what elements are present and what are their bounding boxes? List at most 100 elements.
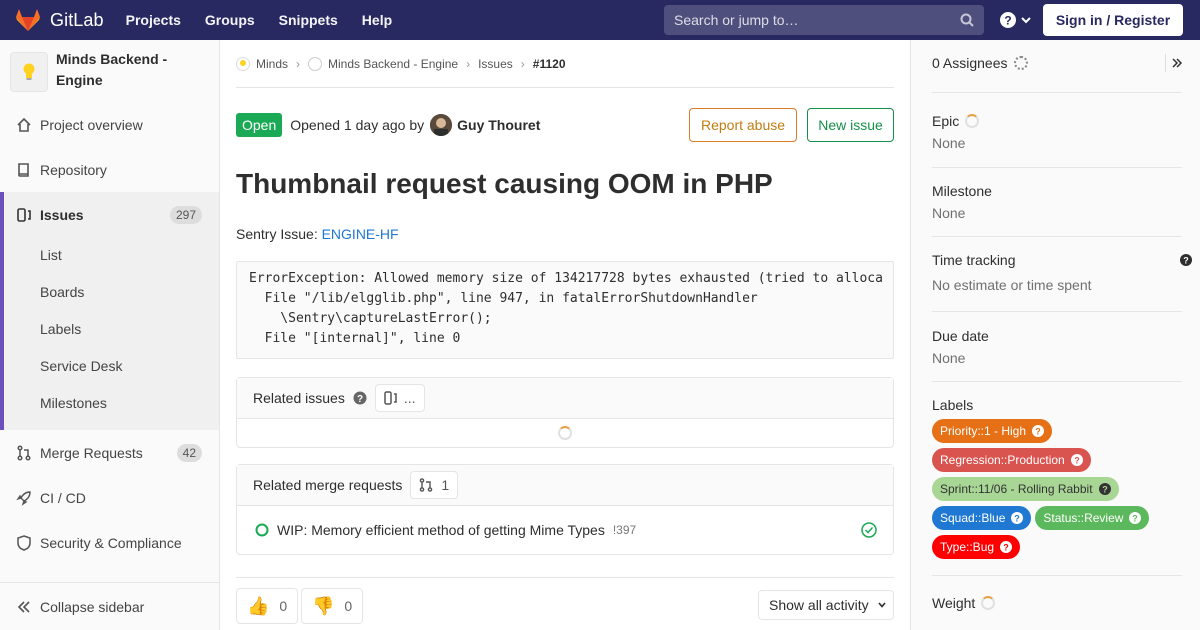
- report-abuse-button[interactable]: Report abuse: [689, 108, 797, 142]
- label-badge[interactable]: Squad::Blue?: [932, 506, 1032, 530]
- label-badge[interactable]: Sprint::11/06 - Rolling Rabbit?: [932, 477, 1119, 501]
- thumbs-up-icon: 👍: [247, 595, 270, 616]
- activity-filter-dropdown[interactable]: Show all activity: [758, 590, 894, 620]
- project-header[interactable]: Minds Backend - Engine: [0, 40, 219, 103]
- opened-text: Opened 1 day ago by: [290, 117, 425, 133]
- status-badge: Open: [236, 113, 283, 137]
- pipeline-success-icon[interactable]: [861, 522, 877, 538]
- question-circle-icon[interactable]: ?: [353, 391, 367, 405]
- related-issues-header: Related issues ? ...: [237, 378, 893, 419]
- issue-status-row: Open Opened 1 day ago by Guy Thouret: [236, 113, 540, 137]
- issue-description: Sentry Issue: ENGINE-HF: [236, 226, 399, 242]
- issue-actions-row: 👍 0 👎 0 Show all activity: [236, 577, 894, 630]
- new-issue-button[interactable]: New issue: [807, 108, 894, 142]
- milestone-block: Milestone None: [932, 183, 1182, 221]
- question-circle-icon[interactable]: ?: [1129, 512, 1142, 524]
- mr-title[interactable]: WIP: Memory efficient method of getting …: [277, 522, 605, 538]
- question-circle-icon[interactable]: ?: [1098, 483, 1111, 495]
- related-mrs-count-label: 1: [441, 477, 450, 493]
- loading-spinner-icon: [981, 596, 996, 610]
- collapse-sidebar-button[interactable]: Collapse sidebar: [0, 582, 219, 630]
- thumbs-down-button[interactable]: 👎 0: [301, 588, 364, 624]
- avatar[interactable]: [430, 114, 453, 136]
- question-circle-icon[interactable]: ?: [1011, 512, 1024, 524]
- label-text: Squad::Blue: [940, 511, 1006, 525]
- question-circle-icon[interactable]: ?: [1070, 454, 1083, 466]
- home-icon: [16, 117, 32, 133]
- author-name[interactable]: Guy Thouret: [457, 117, 540, 133]
- label-text: Status::Review: [1043, 511, 1124, 525]
- epic-value: None: [932, 135, 966, 151]
- double-chevron-right-icon[interactable]: [1171, 57, 1183, 69]
- issues-count-badge: 297: [169, 205, 202, 224]
- breadcrumb-issues[interactable]: Issues: [478, 57, 513, 71]
- chevron-down-icon: [1021, 17, 1031, 24]
- divider: [932, 167, 1182, 168]
- sidebar-item-issues[interactable]: Issues 297: [0, 192, 219, 237]
- labels-list: Priority::1 - High?Regression::Productio…: [932, 419, 1172, 564]
- thumbs-up-button[interactable]: 👍 0: [236, 588, 299, 624]
- sidebar-subitem-list[interactable]: List: [40, 247, 62, 263]
- sidebar-subitem-service-desk[interactable]: Service Desk: [40, 358, 122, 374]
- double-chevron-left-icon: [16, 599, 32, 615]
- label-badge[interactable]: Type::Bug?: [932, 535, 1021, 559]
- related-mrs-count[interactable]: 1: [410, 471, 459, 499]
- nav-snippets[interactable]: Snippets: [279, 12, 338, 28]
- list-item[interactable]: WIP: Memory efficient method of getting …: [237, 506, 893, 554]
- due-date-block: Due date None: [932, 328, 1182, 366]
- help-dropdown[interactable]: ?: [1000, 12, 1032, 28]
- breadcrumb: Minds › Minds Backend - Engine › Issues …: [236, 40, 894, 88]
- related-issues-count[interactable]: ...: [374, 384, 425, 412]
- milestone-value: None: [932, 205, 966, 221]
- code-line: ErrorException: Allowed memory size of 1…: [249, 271, 883, 286]
- gitlab-logo[interactable]: GitLab: [15, 0, 104, 40]
- sidebar-subitem-milestones[interactable]: Milestones: [40, 395, 107, 411]
- sidebar-subitem-boards[interactable]: Boards: [40, 284, 84, 300]
- breadcrumb-project[interactable]: Minds Backend - Engine: [308, 56, 459, 71]
- nav-help[interactable]: Help: [362, 12, 392, 28]
- sidebar-item-merge-requests[interactable]: Merge Requests 42: [0, 430, 219, 475]
- label-text: Type::Bug: [940, 540, 995, 554]
- breadcrumb-current[interactable]: #1120: [533, 57, 566, 71]
- sidebar-item-label: Security & Compliance: [40, 534, 182, 551]
- sidebar-item-label: Merge Requests: [40, 444, 143, 461]
- label-badge[interactable]: Priority::1 - High?: [932, 419, 1053, 443]
- svg-text:?: ?: [1004, 14, 1011, 28]
- question-circle-icon[interactable]: ?: [1032, 425, 1045, 437]
- question-circle-icon[interactable]: ?: [1180, 254, 1192, 266]
- sidebar-item-security[interactable]: Security & Compliance: [0, 520, 219, 565]
- sidebar-item-cicd[interactable]: CI / CD: [0, 475, 219, 520]
- book-icon: [16, 162, 32, 178]
- label-badge[interactable]: Status::Review?: [1035, 506, 1150, 530]
- sidebar-item-repository[interactable]: Repository: [0, 147, 219, 192]
- question-circle-icon: ?: [1000, 12, 1016, 28]
- breadcrumb-project-label: Minds Backend - Engine: [328, 56, 459, 71]
- sign-in-button[interactable]: Sign in / Register: [1043, 4, 1183, 36]
- svg-text:?: ?: [1003, 543, 1009, 553]
- code-line: File "/lib/elgglib.php", line 947, in fa…: [249, 291, 758, 306]
- label-badge[interactable]: Regression::Production?: [932, 448, 1091, 472]
- assignees-label: 0 Assignees: [932, 55, 1008, 71]
- tanuki-icon: [16, 9, 40, 31]
- project-avatar-icon: [308, 56, 323, 71]
- collapse-label: Collapse sidebar: [40, 598, 145, 615]
- time-tracking-label: Time tracking: [932, 252, 1016, 268]
- project-avatar: [10, 52, 48, 92]
- loading-spinner-icon: [965, 114, 980, 128]
- nav-projects[interactable]: Projects: [126, 12, 181, 28]
- nav-groups[interactable]: Groups: [205, 12, 255, 28]
- sentry-issue-link[interactable]: ENGINE-HF: [322, 226, 399, 242]
- breadcrumb-group[interactable]: Minds: [236, 56, 288, 71]
- loading-area: [237, 419, 893, 447]
- search-input[interactable]: Search or jump to…: [664, 5, 984, 35]
- sidebar-subitem-labels[interactable]: Labels: [40, 321, 81, 337]
- time-tracking-block: Time tracking ? No estimate or time spen…: [932, 252, 1192, 293]
- sidebar-item-project-overview[interactable]: Project overview: [0, 102, 219, 147]
- sidebar-item-label: Issues: [40, 206, 84, 223]
- svg-text:?: ?: [1035, 427, 1041, 437]
- loading-spinner-icon: [558, 426, 572, 440]
- thumbs-down-icon: 👎: [312, 595, 335, 616]
- question-circle-icon[interactable]: ?: [1000, 541, 1013, 553]
- code-line: \Sentry\captureLastError();: [249, 311, 492, 326]
- related-mrs-header: Related merge requests 1: [237, 465, 893, 506]
